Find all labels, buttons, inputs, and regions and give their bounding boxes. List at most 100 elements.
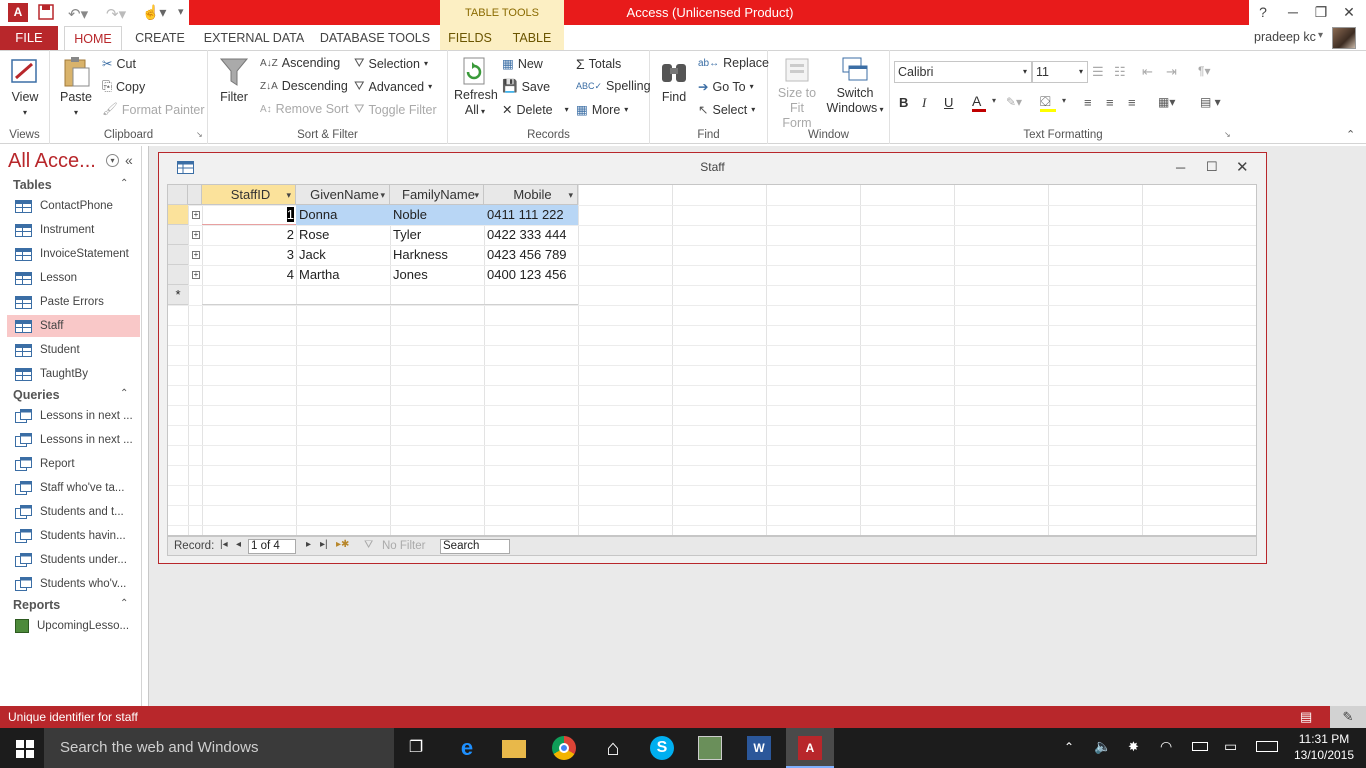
decrease-indent-icon[interactable]: ⇤ [1142, 64, 1153, 80]
font-size-select[interactable]: 11 ▾ [1032, 61, 1088, 83]
next-record-icon[interactable]: ▸ [306, 539, 311, 550]
column-header-familyname[interactable]: FamilyName ▾ [390, 185, 484, 205]
keyboard-icon[interactable] [1256, 741, 1278, 752]
filter-button[interactable]: Filter [216, 56, 252, 105]
wifi-icon[interactable]: ◠ [1160, 738, 1172, 755]
background-color-button[interactable]: ✎▾ [1006, 95, 1022, 109]
current-record-field[interactable]: 1 of 4 [248, 539, 296, 554]
datasheet-view-icon[interactable]: ▤ [1300, 709, 1312, 725]
record-selector[interactable] [168, 205, 188, 225]
user-dropdown-icon[interactable]: ▾ [1318, 30, 1323, 41]
touch-mode-icon[interactable]: ☝▾ [142, 4, 166, 21]
skype-icon[interactable]: S [650, 736, 674, 760]
nav-item-tables-7[interactable]: TaughtBy [7, 363, 140, 385]
cell-mobile[interactable]: 0422 333 444 [484, 225, 578, 245]
nav-item-queries-3[interactable]: Staff who've ta... [7, 477, 140, 499]
column-filter-dropdown-icon[interactable]: ▾ [380, 185, 385, 205]
underline-button[interactable]: U [944, 95, 953, 110]
reports-collapse-icon[interactable]: ⌃ [120, 598, 128, 609]
close-button[interactable]: ✕ [1334, 0, 1364, 25]
view-button[interactable]: View ▾ [6, 56, 44, 120]
new-record-cell[interactable] [296, 285, 390, 305]
descending-button[interactable]: Z↓A Descending [260, 79, 348, 93]
windows-start-icon[interactable] [16, 740, 34, 758]
battery-icon[interactable] [1192, 742, 1208, 751]
nav-section-tables[interactable]: Tables [13, 178, 52, 192]
first-record-icon[interactable]: |◂ [220, 539, 228, 550]
bold-button[interactable]: B [899, 95, 908, 110]
tab-external-data[interactable]: EXTERNAL DATA [198, 26, 310, 50]
cell-mobile[interactable]: 0423 456 789 [484, 245, 578, 265]
expand-subdatasheet-icon[interactable]: + [192, 231, 200, 239]
nav-item-queries-2[interactable]: Report [7, 453, 140, 475]
cell-mobile[interactable]: 0400 123 456 [484, 265, 578, 285]
totals-button[interactable]: Σ Totals [576, 56, 621, 72]
cell-givenname[interactable]: Martha [296, 265, 390, 285]
column-filter-dropdown-icon[interactable]: ▾ [568, 185, 573, 205]
tab-home[interactable]: HOME [64, 26, 122, 51]
switch-windows-button[interactable]: Switch Windows ▾ [826, 56, 884, 117]
cell-staffid[interactable]: 3 [202, 245, 296, 265]
expand-subdatasheet-icon[interactable]: + [192, 211, 200, 219]
ascending-button[interactable]: A↓Z Ascending [260, 56, 340, 70]
expand-subdatasheet-icon[interactable]: + [192, 251, 200, 259]
selection-button[interactable]: ⛛ Selection ▾ [354, 56, 428, 71]
select-all-corner[interactable] [168, 185, 188, 205]
help-button[interactable]: ? [1248, 0, 1278, 25]
column-filter-dropdown-icon[interactable]: ▾ [286, 185, 291, 205]
numbering-icon[interactable]: ☷ [1114, 64, 1126, 80]
select-button[interactable]: ↖ Select ▾ [698, 102, 755, 118]
align-right-icon[interactable]: ≡ [1128, 95, 1136, 110]
italic-button[interactable]: I [922, 95, 926, 111]
access-taskbar-button[interactable]: A [786, 728, 834, 768]
record-selector[interactable] [168, 245, 188, 265]
save-record-button[interactable]: 💾 Save [502, 79, 550, 94]
format-painter-button[interactable]: 🖌 Format Painter [102, 102, 205, 117]
redo-icon[interactable]: ↷▾ [106, 5, 126, 23]
cell-staffid[interactable]: 2 [202, 225, 296, 245]
user-name[interactable]: pradeep kc [1254, 30, 1316, 44]
tab-database-tools[interactable]: DATABASE TOOLS [316, 26, 434, 50]
doc-minimize-button[interactable]: ─ [1176, 160, 1185, 175]
new-record-cell[interactable] [202, 285, 296, 305]
paragraph-direction-icon[interactable]: ¶▾ [1198, 64, 1210, 78]
cell-familyname[interactable]: Harkness [390, 245, 484, 265]
antivirus-icon[interactable]: ✸ [1128, 739, 1139, 755]
cell-givenname[interactable]: Jack [296, 245, 390, 265]
align-left-icon[interactable]: ≡ [1084, 95, 1092, 110]
tab-fields[interactable]: FIELDS [440, 26, 500, 50]
clipboard-launcher-icon[interactable]: ↘ [196, 130, 203, 139]
restore-button[interactable]: ❐ [1306, 0, 1336, 25]
doc-close-button[interactable]: ✕ [1236, 158, 1249, 176]
nav-item-tables-5[interactable]: Staff [7, 315, 140, 337]
go-to-button[interactable]: ➔ Go To ▾ [698, 79, 754, 95]
new-record-button[interactable]: ▦ New [502, 56, 543, 72]
nav-item-queries-5[interactable]: Students havin... [7, 525, 140, 547]
font-color-button[interactable]: A ▾ [972, 93, 1000, 113]
tables-collapse-icon[interactable]: ⌃ [120, 178, 128, 189]
home-icon[interactable]: ⌂ [601, 736, 625, 760]
queries-collapse-icon[interactable]: ⌃ [120, 388, 128, 399]
find-button[interactable]: Find [656, 56, 692, 105]
column-header-givenname[interactable]: GivenName ▾ [296, 185, 390, 205]
stock-chart-app-icon[interactable] [698, 736, 722, 760]
new-record-nav-icon[interactable]: ▸✱ [336, 539, 349, 550]
taskbar-clock[interactable]: 11:31 PM 13/10/2015 [1288, 731, 1360, 763]
nav-item-queries-0[interactable]: Lessons in next ... [7, 405, 140, 427]
nav-item-tables-0[interactable]: ContactPhone [7, 195, 140, 217]
show-hidden-icons[interactable]: ⌃ [1064, 740, 1074, 754]
increase-indent-icon[interactable]: ⇥ [1166, 64, 1177, 80]
search-field[interactable]: Search [440, 539, 510, 554]
design-view-icon[interactable]: ✎ [1330, 706, 1366, 728]
remove-sort-button[interactable]: A↕ Remove Sort [260, 102, 349, 116]
chrome-icon[interactable] [552, 736, 576, 760]
record-selector[interactable] [168, 265, 188, 285]
toggle-filter-button[interactable]: ⛛ Toggle Filter [354, 102, 437, 117]
nav-item-queries-1[interactable]: Lessons in next ... [7, 429, 140, 451]
alternate-row-color-icon[interactable]: ▤ ▾ [1200, 95, 1221, 109]
last-record-icon[interactable]: ▸| [320, 539, 328, 550]
cell-givenname[interactable]: Donna [296, 205, 390, 225]
column-filter-dropdown-icon[interactable]: ▾ [474, 185, 479, 205]
cell-mobile[interactable]: 0411 111 222 [484, 205, 578, 225]
tab-file[interactable]: FILE [0, 26, 58, 50]
